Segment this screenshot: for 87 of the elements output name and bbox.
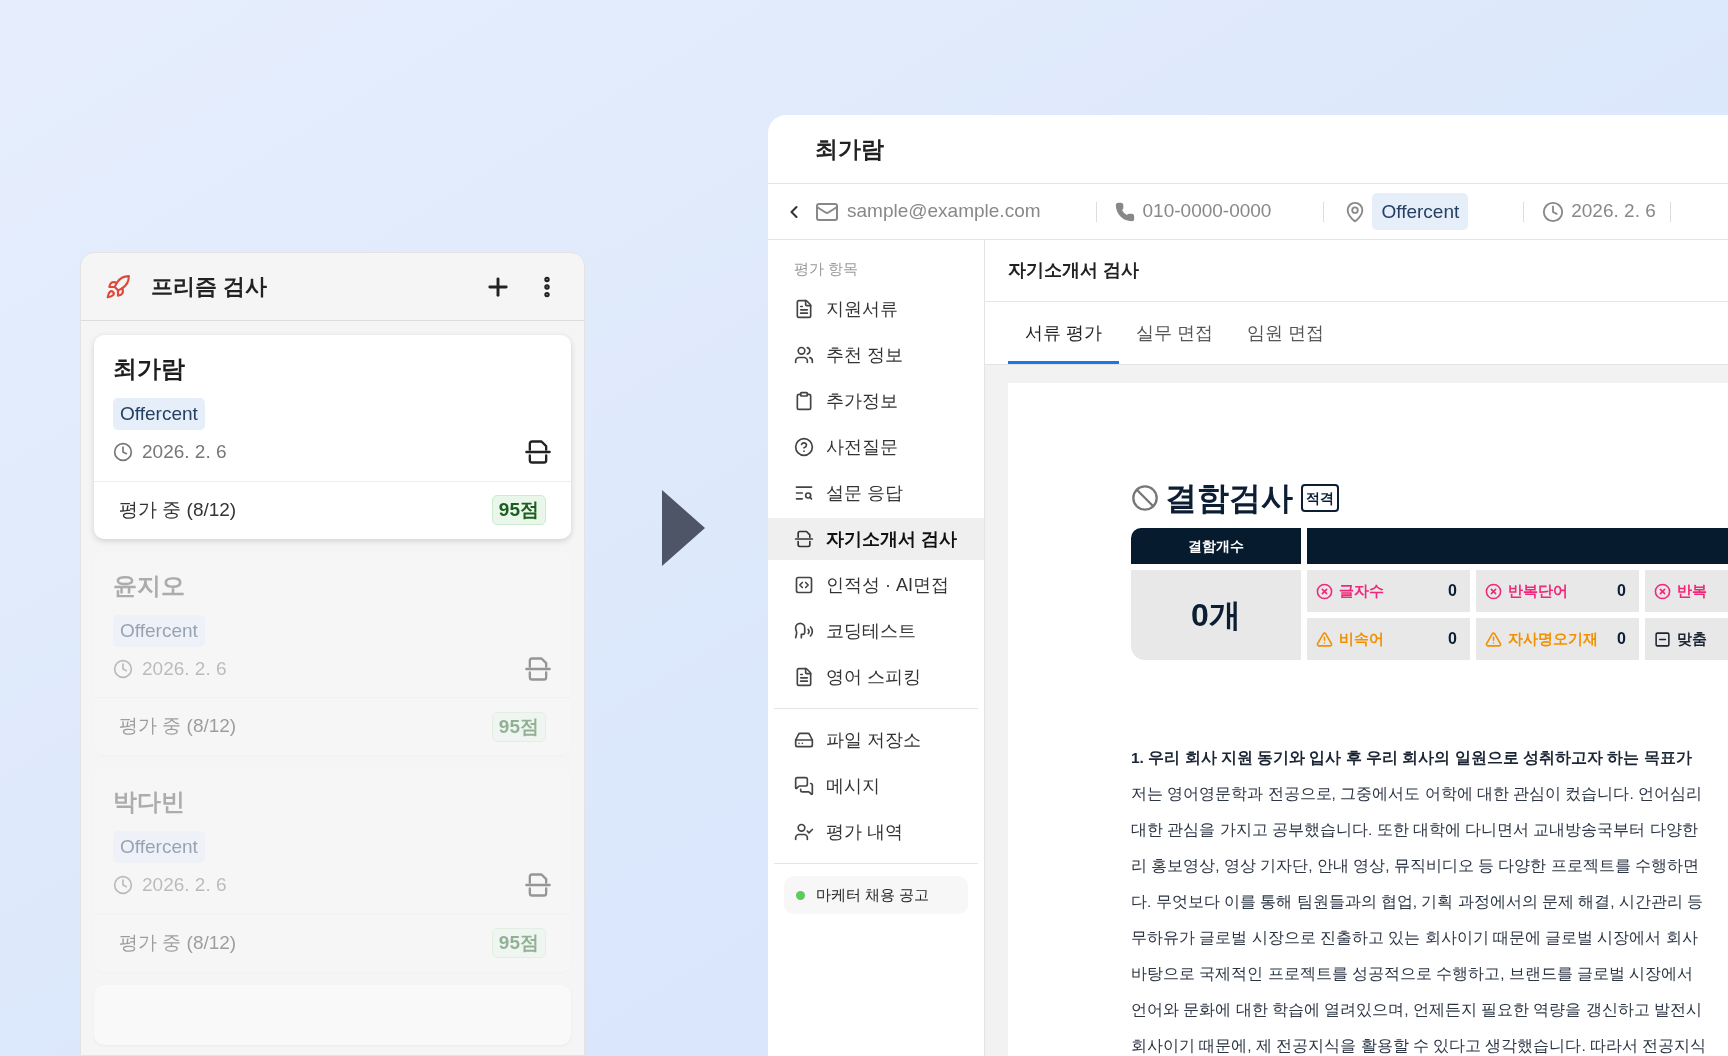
- email-text: sample@example.com: [847, 199, 1041, 224]
- clipboard-icon: [794, 391, 814, 411]
- code-icon: [794, 575, 814, 595]
- document-scan-icon: [524, 654, 552, 683]
- minus-square-icon: [1654, 630, 1671, 648]
- sidebar-item[interactable]: 사전질문: [768, 426, 984, 468]
- company-tag: Offercent: [113, 614, 205, 647]
- essay-line: 무하유가 글로벌 시장으로 진출하고 있는 회사이기 때문에 글로벌 시장에서 회사: [1131, 928, 1699, 948]
- x-circle-icon: [1485, 582, 1502, 600]
- drive-icon: [794, 730, 814, 750]
- candidate-name: 윤지오: [113, 570, 185, 601]
- score-badge: 95점: [491, 928, 546, 958]
- x-circle-icon: [1654, 582, 1671, 600]
- x-circle-icon: [1316, 582, 1333, 600]
- document-icon: [794, 299, 814, 319]
- essay-line: 리 홍보영상, 영상 기자단, 안내 영상, 뮤직비디오 등 다양한 프로젝트를 수행하면: [1131, 856, 1700, 876]
- panel-title: 프리즘 검사: [151, 273, 268, 301]
- job-posting-chip[interactable]: 마케터 채용 공고: [784, 876, 968, 914]
- defect-cell: 비속어 0: [1307, 618, 1470, 660]
- sidebar-item[interactable]: 추가정보: [768, 380, 984, 422]
- candidate-title: 최가람: [815, 134, 884, 164]
- prohibited-icon: [1131, 484, 1159, 512]
- date-text: 2026. 2. 6: [142, 873, 227, 897]
- date-text: 2026. 2. 6: [1571, 199, 1656, 224]
- sidebar-item[interactable]: 코딩테스트: [768, 610, 984, 652]
- essay-line: 언어와 문화에 대한 학습에 열려있으며, 언제든지 필요한 역량을 갱신하고 발전시: [1131, 1000, 1704, 1020]
- sidebar-item[interactable]: 설문 응답: [768, 472, 984, 514]
- defect-cell: 자사명오기재 0: [1476, 618, 1639, 660]
- date-text: 2026. 2. 6: [142, 656, 227, 681]
- play-arrow-icon: [662, 490, 705, 566]
- score-badge: 95점: [491, 495, 546, 525]
- tab[interactable]: 임원 면접: [1230, 320, 1342, 364]
- defect-cell: 맞춤: [1645, 618, 1728, 660]
- essay-line: 바탕으로 국제적인 프로젝트를 성공적으로 수행하고, 브랜드를 글로벌 시장에서: [1131, 964, 1695, 984]
- phone-text: 010-0000-0000: [1142, 199, 1272, 224]
- essay-line: 대한 관심을 가지고 공부했습니다. 또한 대학에 다니면서 교내방송국부터 다양한: [1131, 820, 1699, 840]
- section-title: 자기소개서 검사: [1008, 259, 1139, 282]
- date-text: 2026. 2. 6: [142, 440, 227, 464]
- document-scan-icon: [524, 871, 552, 900]
- document-scan-icon: [794, 529, 814, 549]
- warning-icon: [1316, 630, 1333, 648]
- section-label: 평가 항목: [793, 259, 860, 279]
- warning-icon: [1485, 630, 1502, 648]
- sidebar-item[interactable]: 영어 스피킹: [768, 656, 984, 698]
- essay-line: 회사이기 때문에, 제 전공지식을 활용할 수 있다고 생각했습니다. 따라서 전공지식: [1131, 1036, 1708, 1056]
- company-tag: Offercent: [113, 831, 205, 863]
- clock-icon: [113, 658, 133, 679]
- tab[interactable]: 실무 면접: [1119, 320, 1231, 364]
- clock-icon: [113, 875, 133, 896]
- essay-question: 1. 우리 회사 지원 동기와 입사 후 우리 회사의 일원으로 성취하고자 하는 목표가: [1131, 748, 1693, 768]
- sidebar-item[interactable]: 지원서류: [768, 288, 984, 330]
- clock-icon: [113, 442, 133, 463]
- score-badge: 95점: [491, 711, 546, 742]
- company-tag: Offercent: [113, 398, 205, 430]
- candidate-name: 최가람: [113, 354, 185, 384]
- sidebar-item[interactable]: 인적성 · AI면접: [768, 564, 984, 606]
- defect-cell: 반복단어 0: [1476, 570, 1639, 612]
- clock-icon: [1542, 200, 1565, 223]
- status-text: 평가 중 (8/12): [119, 930, 237, 955]
- sidebar-item[interactable]: 자기소개서 검사: [768, 518, 984, 560]
- essay-line: 저는 영어영문학과 전공으로, 그중에서도 어학에 대한 관심이 컸습니다. 언어심리: [1131, 784, 1704, 804]
- document-icon: [794, 667, 814, 687]
- sidebar-item[interactable]: 파일 저장소: [768, 719, 984, 761]
- user-check-icon: [794, 822, 814, 842]
- people-icon: [794, 345, 814, 365]
- chat-icon: [794, 776, 814, 796]
- rocket-icon: [105, 273, 131, 300]
- candidate-name: 박다빈: [113, 787, 185, 817]
- status-text: 평가 중 (8/12): [119, 714, 237, 739]
- document-scan-icon: [524, 438, 552, 467]
- result-badge: 적격: [1301, 484, 1339, 512]
- essay-line: 다. 무엇보다 이를 통해 팀원들과의 협업, 기획 과정에서의 문제 해결, 시간관리 등: [1131, 892, 1705, 912]
- defect-cell: 글자수 0: [1307, 570, 1470, 612]
- sidebar-item[interactable]: 추천 정보: [768, 334, 984, 376]
- defect-cell: 반복: [1645, 570, 1728, 612]
- sidebar-item[interactable]: 평가 내역: [768, 811, 984, 853]
- candidate-card[interactable]: 최가람 Offercent 2026. 2. 6 평가 중 (8/12) 95점: [94, 335, 571, 539]
- phone-icon: [1114, 201, 1135, 222]
- question-icon: [794, 437, 814, 457]
- speaking-icon: [794, 621, 814, 641]
- list-search-icon: [794, 483, 814, 503]
- status-text: 평가 중 (8/12): [119, 497, 237, 522]
- defect-title: 결함검사: [1165, 479, 1293, 518]
- table-header: 결함개수: [1131, 528, 1301, 564]
- sidebar-item[interactable]: 메시지: [768, 765, 984, 807]
- defect-count-cell: 0개: [1131, 570, 1301, 660]
- company-tag: Offercent: [1372, 193, 1469, 230]
